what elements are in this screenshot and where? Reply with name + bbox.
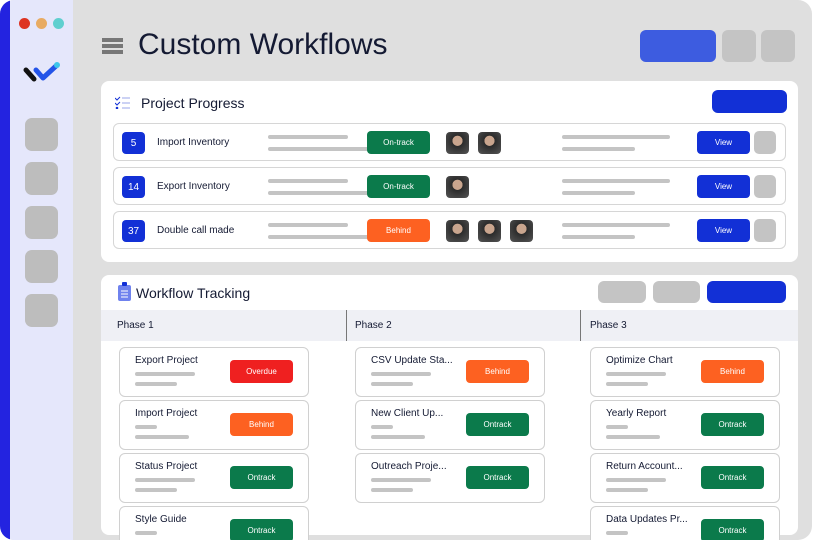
task-card[interactable]: CSV Update Sta... Behind: [355, 347, 545, 397]
phase-1-header: Phase 1: [117, 320, 154, 331]
task-card[interactable]: Status Project Ontrack: [119, 453, 309, 503]
status-badge: Behind: [466, 360, 529, 383]
view-button[interactable]: View: [697, 219, 750, 242]
checklist-icon: [115, 96, 130, 109]
status-badge: Behind: [701, 360, 764, 383]
task-name: Export Project: [135, 355, 198, 366]
task-name: New Client Up...: [371, 408, 444, 419]
status-badge: Ontrack: [701, 413, 764, 436]
status-badge: Ontrack: [701, 519, 764, 540]
header-button[interactable]: [722, 30, 756, 62]
sidebar-item[interactable]: [25, 162, 58, 195]
task-card[interactable]: Optimize Chart Behind: [590, 347, 780, 397]
task-name: Yearly Report: [606, 408, 667, 419]
task-card[interactable]: Yearly Report Ontrack: [590, 400, 780, 450]
tracking-button[interactable]: [653, 281, 700, 303]
project-name: Import Inventory: [157, 137, 230, 148]
primary-header-button[interactable]: [640, 30, 716, 62]
task-name: Return Account...: [606, 461, 683, 472]
status-badge: Ontrack: [466, 413, 529, 436]
task-name: Import Project: [135, 408, 198, 419]
close-window-dot[interactable]: [19, 18, 30, 29]
project-number-badge: 37: [122, 220, 145, 242]
workflow-tracking-card: Workflow Tracking Phase 1 Phase 2 Phase …: [101, 275, 798, 540]
status-badge: Ontrack: [230, 519, 293, 540]
project-row[interactable]: 14 Export Inventory On-track View: [113, 167, 786, 205]
avatar: [478, 132, 501, 154]
view-button[interactable]: View: [697, 131, 750, 154]
avatar: [510, 220, 533, 242]
status-badge: Ontrack: [701, 466, 764, 489]
header-button[interactable]: [761, 30, 795, 62]
section-title: Project Progress: [141, 95, 245, 111]
phase-header-bar: Phase 1 Phase 2 Phase 3: [101, 310, 798, 341]
task-name: Outreach Proje...: [371, 461, 447, 472]
avatar: [446, 220, 469, 242]
project-row[interactable]: 37 Double call made Behind View: [113, 211, 786, 249]
task-name: Optimize Chart: [606, 355, 673, 366]
phase-2-header: Phase 2: [355, 320, 392, 331]
project-name: Double call made: [157, 225, 235, 236]
status-badge: Behind: [230, 413, 293, 436]
task-name: Status Project: [135, 461, 198, 472]
row-more-button[interactable]: [754, 131, 776, 154]
task-card[interactable]: New Client Up... Ontrack: [355, 400, 545, 450]
status-badge: Behind: [367, 219, 430, 242]
task-card[interactable]: Export Project Overdue: [119, 347, 309, 397]
task-card[interactable]: Data Updates Pr... Ontrack: [590, 506, 780, 540]
sidebar-item[interactable]: [25, 294, 58, 327]
server-list-icon: [102, 38, 123, 54]
project-number-badge: 14: [122, 176, 145, 198]
status-badge: Ontrack: [466, 466, 529, 489]
sidebar: [0, 0, 73, 540]
sidebar-item[interactable]: [25, 118, 58, 151]
avatar: [478, 220, 501, 242]
tracking-primary-button[interactable]: [707, 281, 786, 303]
phase-3-header: Phase 3: [590, 320, 627, 331]
status-badge: On-track: [367, 175, 430, 198]
project-name: Export Inventory: [157, 181, 230, 192]
page-title: Custom Workflows: [138, 28, 388, 61]
task-card[interactable]: Import Project Behind: [119, 400, 309, 450]
project-row[interactable]: 5 Import Inventory On-track View: [113, 123, 786, 161]
row-more-button[interactable]: [754, 175, 776, 198]
project-number-badge: 5: [122, 132, 145, 154]
project-progress-card: Project Progress 5 Import Inventory On-t…: [101, 81, 798, 262]
minimize-window-dot[interactable]: [36, 18, 47, 29]
task-card[interactable]: Outreach Proje... Ontrack: [355, 453, 545, 503]
tracking-button[interactable]: [598, 281, 646, 303]
logo-icon: [23, 62, 60, 82]
clipboard-icon: [118, 282, 131, 301]
row-more-button[interactable]: [754, 219, 776, 242]
task-card[interactable]: Style Guide Ontrack: [119, 506, 309, 540]
section-title: Workflow Tracking: [136, 285, 251, 301]
view-button[interactable]: View: [697, 175, 750, 198]
progress-action-button[interactable]: [712, 90, 787, 113]
task-card[interactable]: Return Account... Ontrack: [590, 453, 780, 503]
sidebar-item[interactable]: [25, 250, 58, 283]
status-badge: On-track: [367, 131, 430, 154]
avatar: [446, 132, 469, 154]
maximize-window-dot[interactable]: [53, 18, 64, 29]
task-name: CSV Update Sta...: [371, 355, 453, 366]
sidebar-item[interactable]: [25, 206, 58, 239]
avatar: [446, 176, 469, 198]
task-name: Data Updates Pr...: [606, 514, 688, 525]
status-badge: Overdue: [230, 360, 293, 383]
app-window: Custom Workflows Project Progress 5 Impo…: [0, 0, 812, 540]
status-badge: Ontrack: [230, 466, 293, 489]
task-name: Style Guide: [135, 514, 187, 525]
